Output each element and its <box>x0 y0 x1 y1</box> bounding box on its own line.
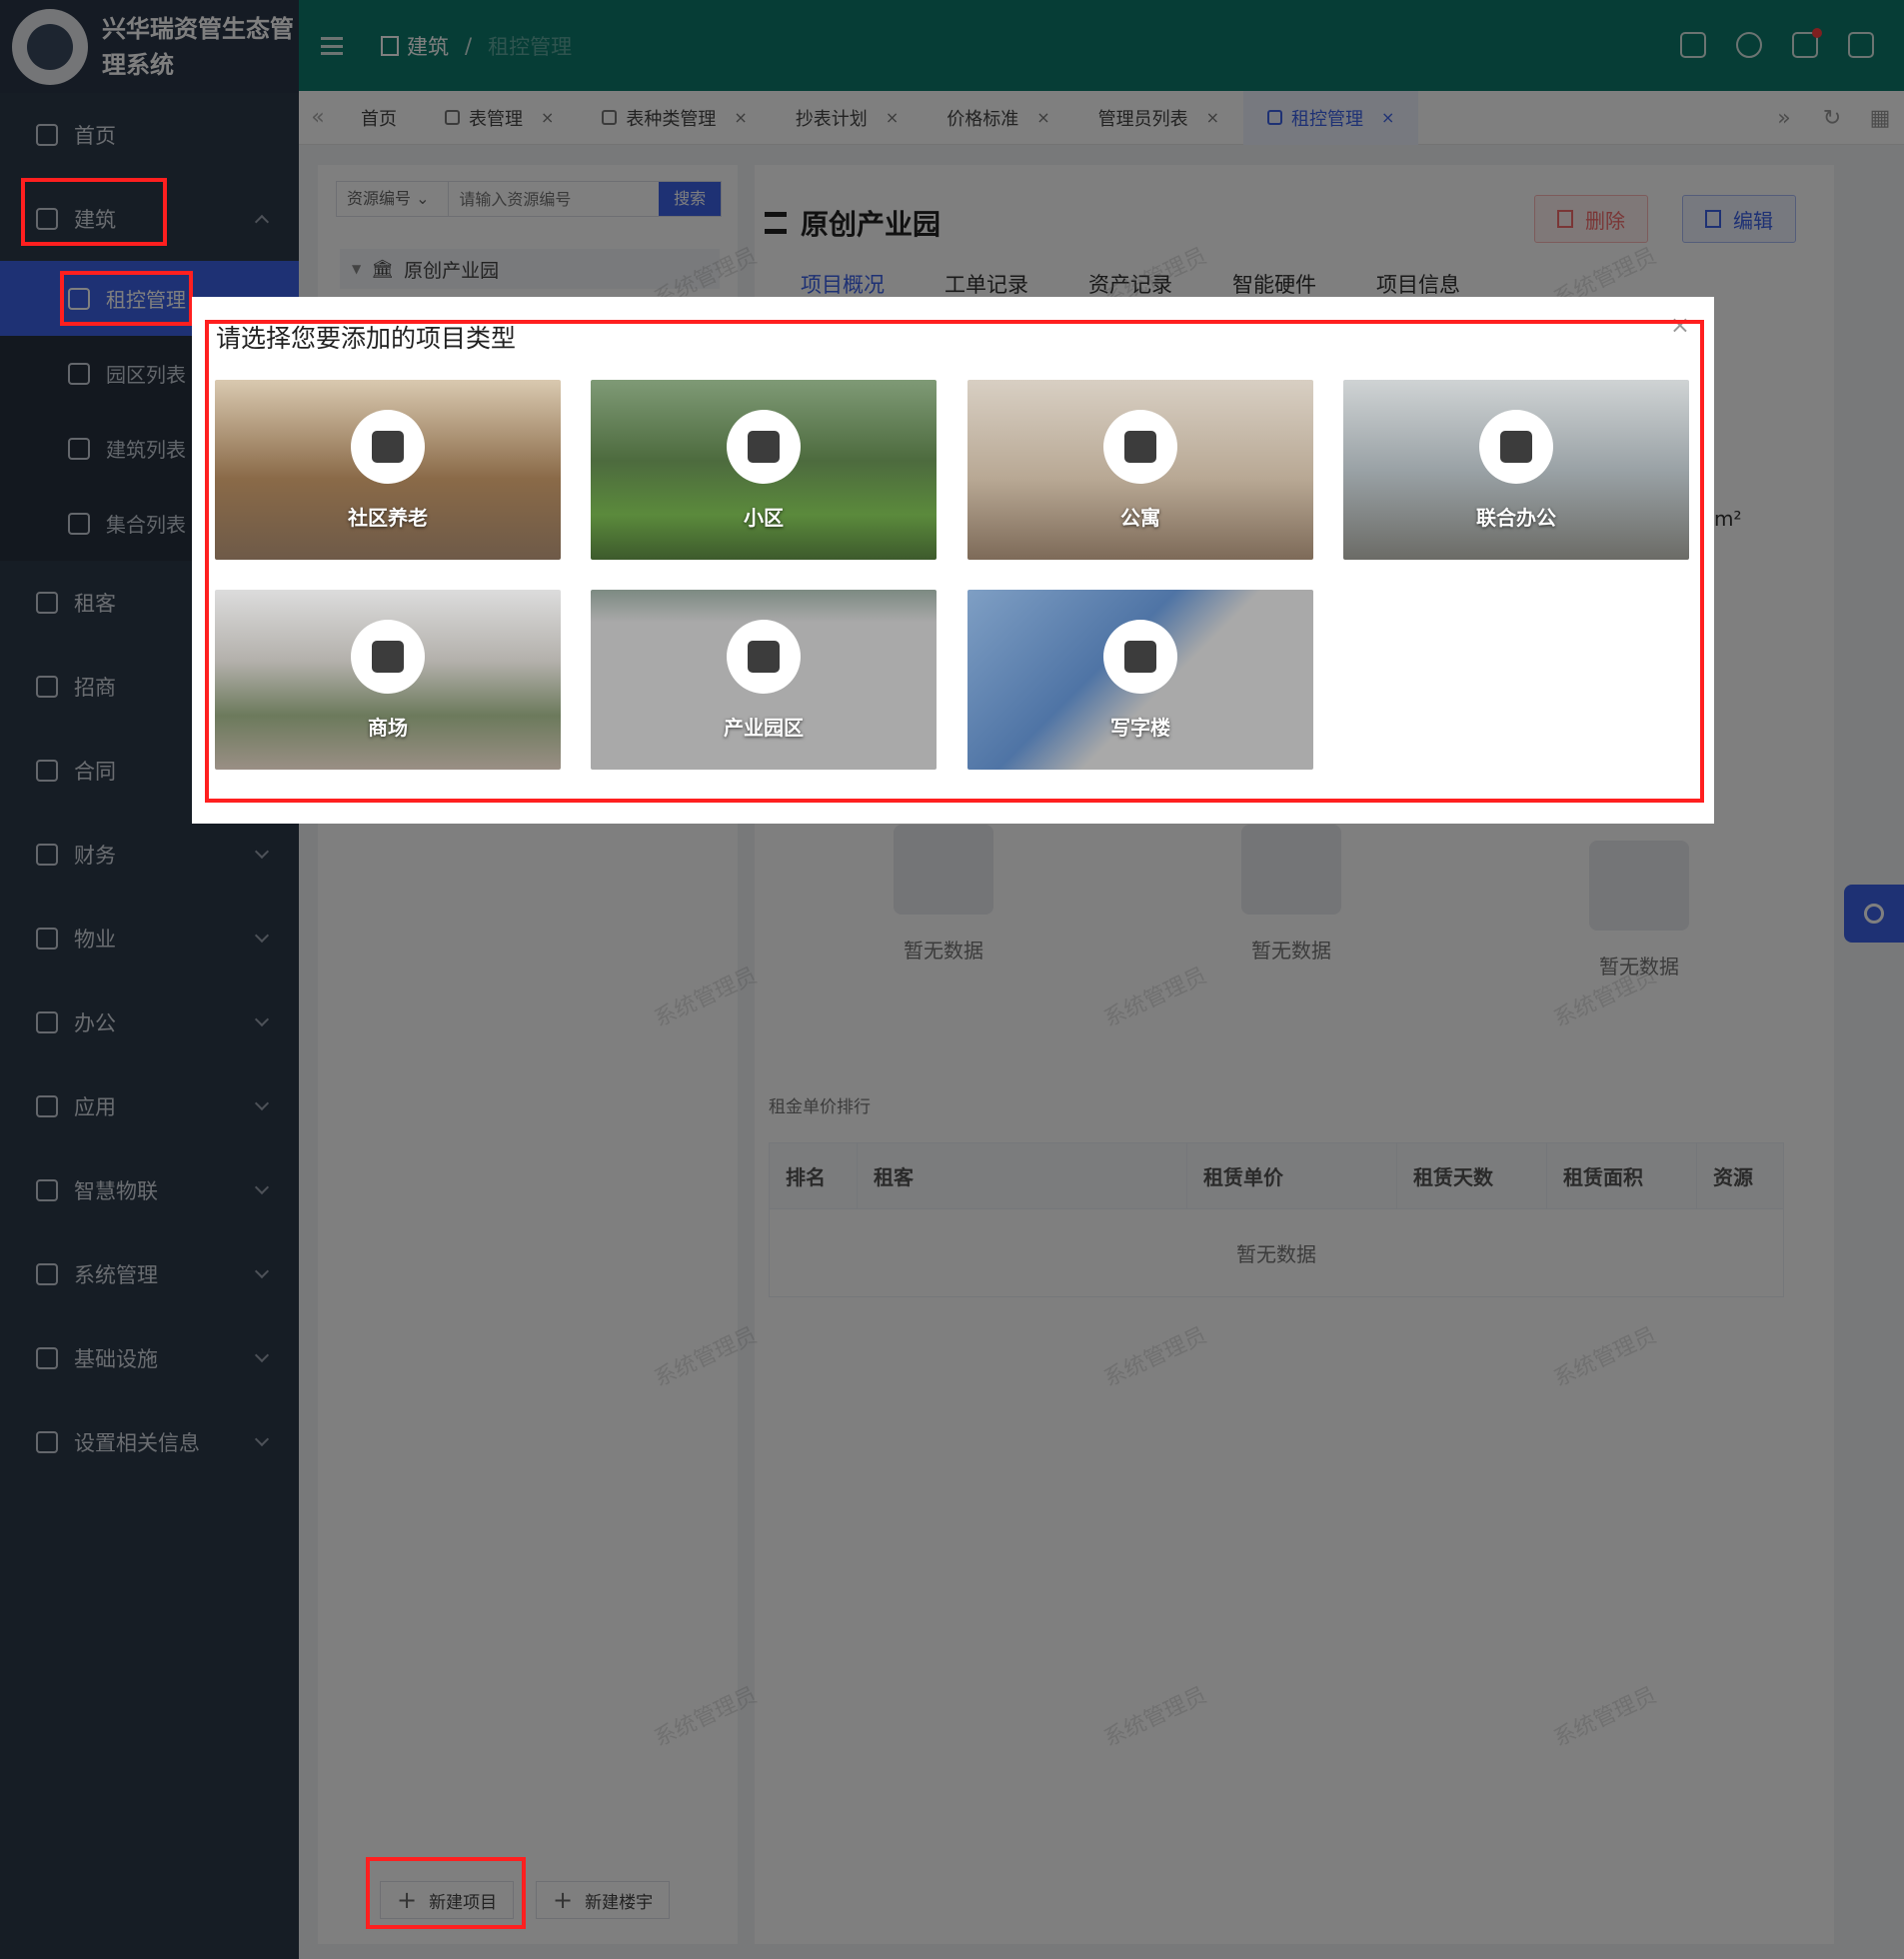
modal-overlay[interactable] <box>0 0 1904 1959</box>
app-root: 兴华瑞资管生态管理系统 首页 建筑 租控管理 园区列表 建筑列表 集合列表 租客… <box>0 0 1904 1959</box>
highlight-box <box>205 320 1704 803</box>
highlight-box <box>21 178 167 246</box>
project-type-dialog: 请选择您要添加的项目类型 × 社区养老 小区 公寓 联合办公 商场 产业园区 写… <box>192 297 1714 824</box>
highlight-box <box>60 271 193 326</box>
highlight-box <box>366 1857 526 1929</box>
